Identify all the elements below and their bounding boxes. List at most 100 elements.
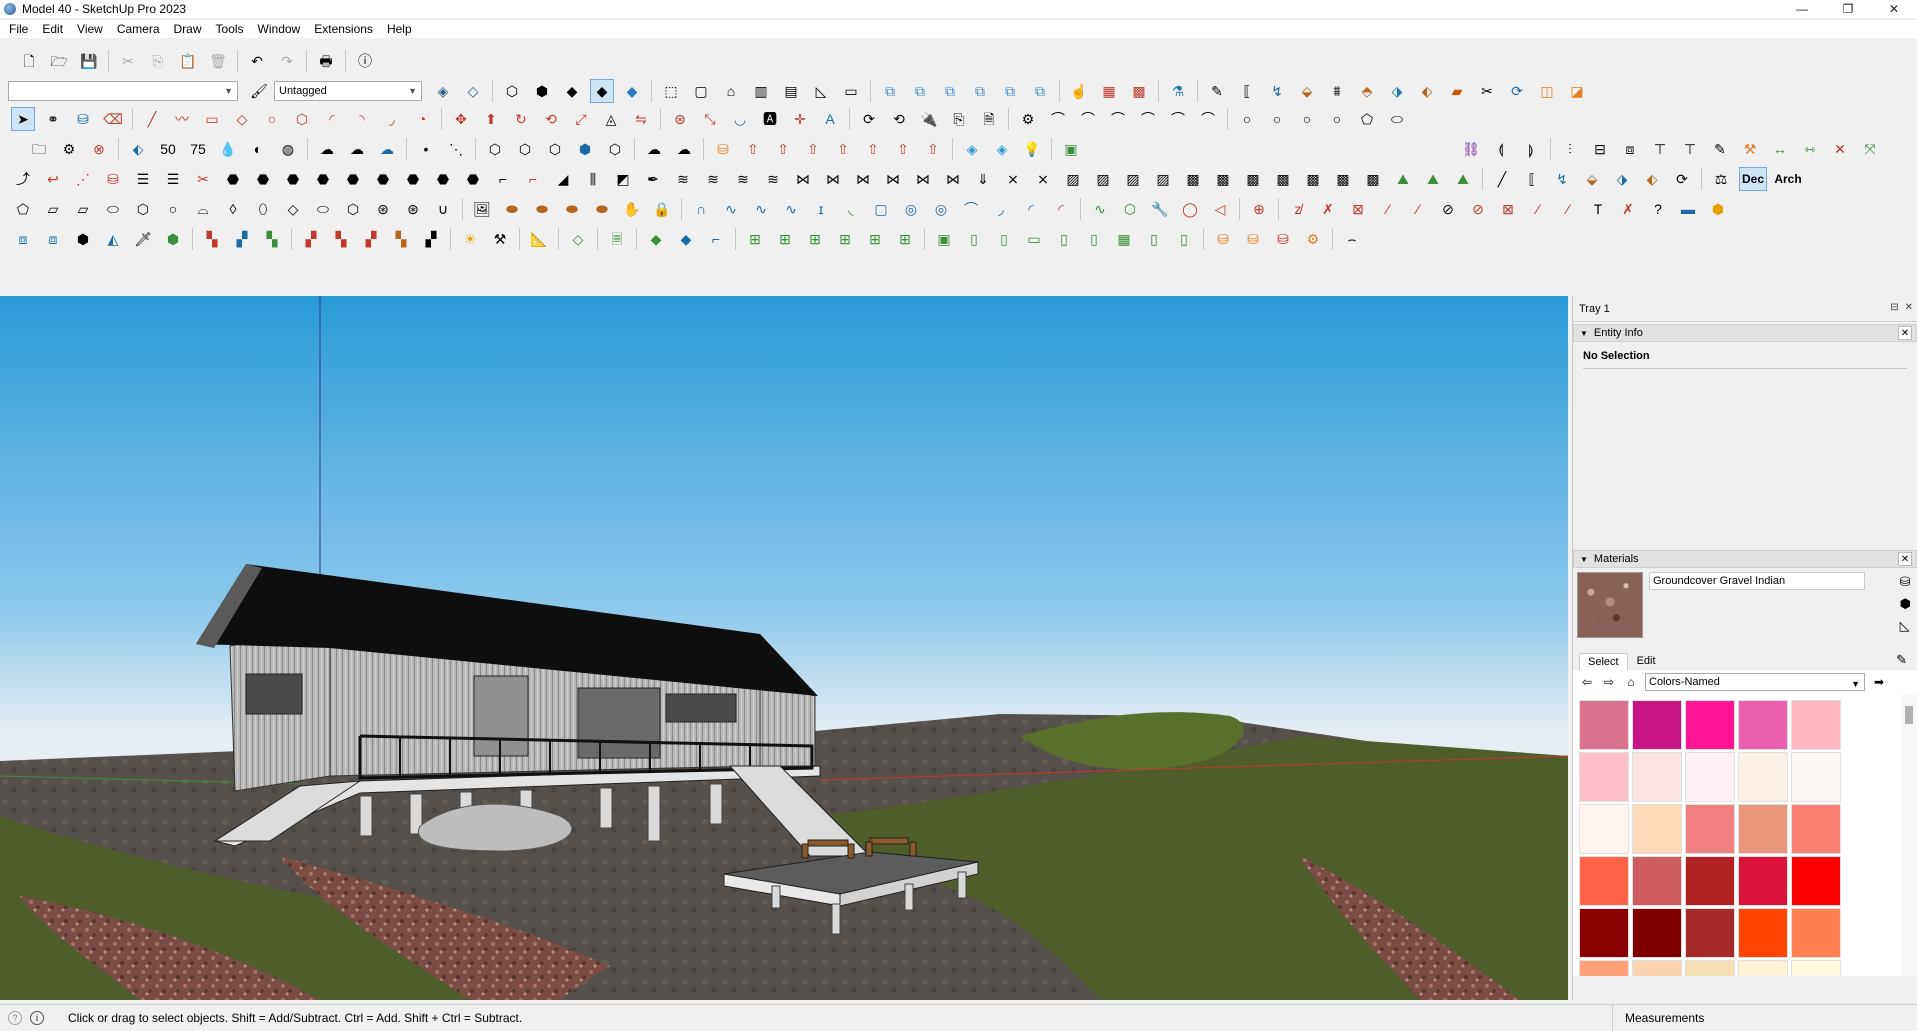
hex-3-icon[interactable]: ⬡ [543,137,567,161]
details-arrow-icon[interactable]: ➡ [1871,675,1887,689]
primitive-10-icon[interactable]: ◇ [281,197,305,221]
material-swatch[interactable] [1685,804,1735,854]
measurements-box[interactable]: Measurements [1612,1005,1917,1031]
plug-icon[interactable]: 🔌 [917,107,941,131]
layer-stack-icon[interactable]: ⬖ [126,137,150,161]
primitive-11-icon[interactable]: ⬭ [311,197,335,221]
fold-5-icon[interactable]: ⋈ [911,167,935,191]
shape-1-icon[interactable]: ⬣ [221,167,245,191]
grid-x-icon[interactable]: ⊠ [1496,197,1520,221]
pattern-8-icon[interactable]: ▞ [419,227,443,251]
curve-tool-1-icon[interactable]: ⌒ [1046,107,1070,131]
primitive-5-icon[interactable]: ⬡ [131,197,155,221]
stack-1-icon[interactable]: ☰ [131,167,155,191]
frame-green-9-icon[interactable]: ▯ [1172,227,1196,251]
default-material-icon[interactable]: ◺ [1900,618,1911,634]
primitive-1-icon[interactable]: ⬠ [11,197,35,221]
hierarchy-1-icon[interactable]: ⊞ [743,227,767,251]
primitive-7-icon[interactable]: ⌓ [191,197,215,221]
menu-draw[interactable]: Draw [167,20,209,38]
scissors-2-icon[interactable]: ✂ [191,167,215,191]
arrow-down-icon[interactable]: ⇓ [971,167,995,191]
shape-circle-4-icon[interactable]: ○ [1325,107,1349,131]
brackets-tool-1-icon[interactable]: ⟬ [1489,137,1513,161]
hex-5-icon[interactable]: ⬡ [603,137,627,161]
up-arrow-4-icon[interactable]: ⇧ [861,137,885,161]
drop-half-icon[interactable]: ◐ [246,137,270,161]
open-file-icon[interactable]: 🗁 [47,49,71,73]
bezier-11-icon[interactable]: ◞ [989,197,1013,221]
pattern-1-icon[interactable]: ▚ [200,227,224,251]
scene-render[interactable] [0,296,1568,1000]
text-tool-icon[interactable]: 🅰 [758,107,782,131]
shape-7-icon[interactable]: ⬣ [401,167,425,191]
axes-icon[interactable]: ✛ [788,107,812,131]
material-swatch[interactable] [1791,752,1841,802]
stair-builder-icon[interactable]: ⬖ [1415,79,1439,103]
orange-tool-icon[interactable]: ⚒ [1738,137,1762,161]
section-plane-icon[interactable]: ⧉ [878,79,902,103]
wave-3-icon[interactable]: ≋ [731,167,755,191]
hex-2-icon[interactable]: ⬡ [513,137,537,161]
hierarchy-4-icon[interactable]: ⊞ [833,227,857,251]
material-swatch[interactable] [1579,908,1629,958]
up-arrow-2-icon[interactable]: ⇧ [771,137,795,161]
front-view-icon[interactable]: ⌂ [719,79,743,103]
terrain-2-icon[interactable]: ⛰ [1421,167,1445,191]
follow-me-icon[interactable]: ⟲ [539,107,563,131]
bracket-blue-icon[interactable]: ⌐ [704,227,728,251]
primitive-8-icon[interactable]: ◊ [221,197,245,221]
curve-tool-3-icon[interactable]: ⌒ [1106,107,1130,131]
wave-2-icon[interactable]: ≋ [701,167,725,191]
primitive-4-icon[interactable]: ⬭ [101,197,125,221]
pattern-5-icon[interactable]: ▚ [329,227,353,251]
cloud-select-icon[interactable]: ☁ [375,137,399,161]
scale-balance-icon[interactable]: ⚖ [1709,167,1733,191]
back-edges-icon[interactable]: ◇ [461,79,485,103]
shaded-icon[interactable]: ◆ [560,79,584,103]
curve-red-2-icon[interactable]: ◁ [1208,197,1232,221]
material-swatch[interactable] [1685,752,1735,802]
current-material-swatch[interactable] [1577,572,1643,638]
component-icon[interactable]: ⚭ [41,107,65,131]
primitive-3-icon[interactable]: ▱ [71,197,95,221]
cross-2-icon[interactable]: ⨯ [1031,167,1055,191]
material-name-field[interactable]: Groundcover Gravel Indian [1649,572,1865,590]
maximize-button[interactable]: ❐ [1825,0,1871,18]
profile-builder-icon[interactable]: ⬙ [1295,79,1319,103]
paste-icon[interactable]: 📋 [176,49,200,73]
num-75-icon[interactable]: 75 [186,137,210,161]
menu-window[interactable]: Window [251,20,308,38]
pattern-6-icon[interactable]: ▞ [359,227,383,251]
hierarchy-5-icon[interactable]: ⊞ [863,227,887,251]
render-flask-icon[interactable]: ⚗ [1166,79,1190,103]
model-info-icon[interactable]: ⓘ [353,49,377,73]
material-swatch[interactable] [1632,752,1682,802]
menu-tools[interactable]: Tools [209,20,251,38]
bezier-9-icon[interactable]: ◎ [929,197,953,221]
minimize-button[interactable]: — [1779,0,1825,18]
primitive-15-icon[interactable]: ∪ [431,197,455,221]
pattern-2-icon[interactable]: ▞ [230,227,254,251]
hierarchy-6-icon[interactable]: ⊞ [893,227,917,251]
rotated-rectangle-icon[interactable]: ◇ [230,107,254,131]
iso-view-icon[interactable]: ⬚ [659,79,683,103]
bezier-8-icon[interactable]: ◎ [899,197,923,221]
tool-g-icon[interactable]: ⟳ [1670,167,1694,191]
print-icon[interactable]: 🖶 [314,49,338,73]
cloud-3-icon[interactable]: ☁ [642,137,666,161]
tool-b-icon[interactable]: ⟦ [1520,167,1544,191]
material-swatch[interactable] [1579,700,1629,750]
roof-builder-icon[interactable]: ⬗ [1385,79,1409,103]
tab-edit[interactable]: Edit [1628,652,1665,670]
corner-2-icon[interactable]: ⌐ [521,167,545,191]
bezier-6-icon[interactable]: ◟ [839,197,863,221]
offset-icon[interactable]: ◬ [599,107,623,131]
fold-4-icon[interactable]: ⋈ [881,167,905,191]
material-swatch[interactable] [1791,960,1841,976]
hatch-4-icon[interactable]: ▨ [1151,167,1175,191]
freehand-icon[interactable]: 〰 [170,107,194,131]
material-swatch[interactable] [1738,908,1788,958]
erase-selection-icon[interactable]: 🗑 [206,49,230,73]
material-swatch[interactable] [1738,752,1788,802]
